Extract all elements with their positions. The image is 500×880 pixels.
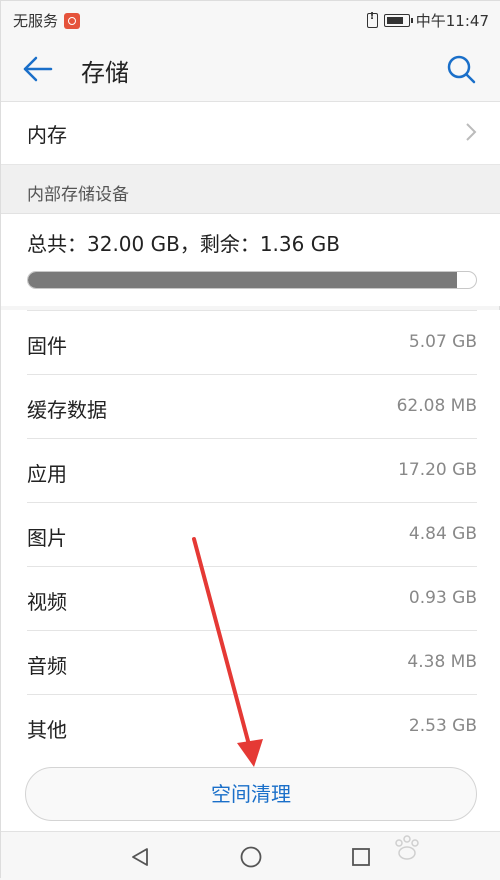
item-name: 音频 [27, 654, 67, 678]
storage-summary-text: 总共：32.00 GB，剩余：1.36 GB [27, 232, 340, 256]
bottom-action-area: 空间清理 [1, 751, 500, 831]
carrier-text: 无服务 [13, 12, 59, 30]
item-size: 4.38 MB [407, 652, 477, 672]
list-item-other[interactable]: 其他 2.53 GB [27, 694, 477, 758]
square-recent-icon[interactable] [351, 847, 371, 867]
list-item-apps[interactable]: 应用 17.20 GB [27, 438, 477, 502]
item-name: 其他 [27, 718, 67, 742]
section-title: 内部存储设备 [27, 185, 129, 205]
internal-memory-label: 内存 [27, 123, 67, 147]
list-item-video[interactable]: 视频 0.93 GB [27, 566, 477, 630]
storage-progress-bar [27, 271, 477, 289]
item-name: 应用 [27, 462, 67, 486]
arrow-left-icon [23, 56, 53, 82]
list-item-cache[interactable]: 缓存数据 62.08 MB [27, 374, 477, 438]
clock-text: 中午11:47 [415, 12, 489, 30]
item-name: 视频 [27, 590, 67, 614]
item-name: 固件 [27, 334, 67, 358]
item-size: 0.93 GB [408, 588, 477, 608]
internal-memory-row[interactable]: 内存 [1, 102, 500, 165]
battery-icon [383, 14, 413, 27]
app-header: 存储 [1, 37, 500, 102]
circle-home-icon[interactable] [239, 845, 263, 869]
search-button[interactable] [443, 51, 479, 87]
storage-category-list: 固件 5.07 GB 缓存数据 62.08 MB 应用 17.20 GB 图片 … [1, 310, 500, 758]
space-cleanup-button[interactable]: 空间清理 [25, 767, 477, 821]
item-name: 图片 [27, 526, 67, 550]
chevron-right-icon [466, 123, 477, 141]
item-size: 4.84 GB [408, 524, 477, 544]
item-size: 17.20 GB [398, 460, 477, 480]
list-item-firmware[interactable]: 固件 5.07 GB [27, 310, 477, 374]
item-size: 62.08 MB [396, 396, 477, 416]
back-button[interactable] [19, 51, 63, 87]
sim-alert-icon [366, 11, 378, 28]
status-bar: 无服务 中午11:47 [1, 1, 500, 37]
storage-summary: 总共：32.00 GB，剩余：1.36 GB [1, 214, 500, 306]
section-header: 内部存储设备 [1, 165, 500, 214]
item-size: 2.53 GB [408, 716, 477, 736]
watermark-logo [395, 835, 419, 860]
page-title: 存储 [81, 59, 129, 87]
triangle-back-icon[interactable] [129, 846, 151, 868]
item-size: 5.07 GB [408, 332, 477, 352]
search-icon [447, 55, 476, 84]
item-name: 缓存数据 [27, 398, 107, 422]
storage-progress-fill [28, 272, 457, 288]
list-item-audio[interactable]: 音频 4.38 MB [27, 630, 477, 694]
carrier-app-icon [64, 12, 81, 29]
list-item-pictures[interactable]: 图片 4.84 GB [27, 502, 477, 566]
phone-screen: 无服务 中午11:47 存储 内存 内部存储设备 [0, 0, 500, 880]
